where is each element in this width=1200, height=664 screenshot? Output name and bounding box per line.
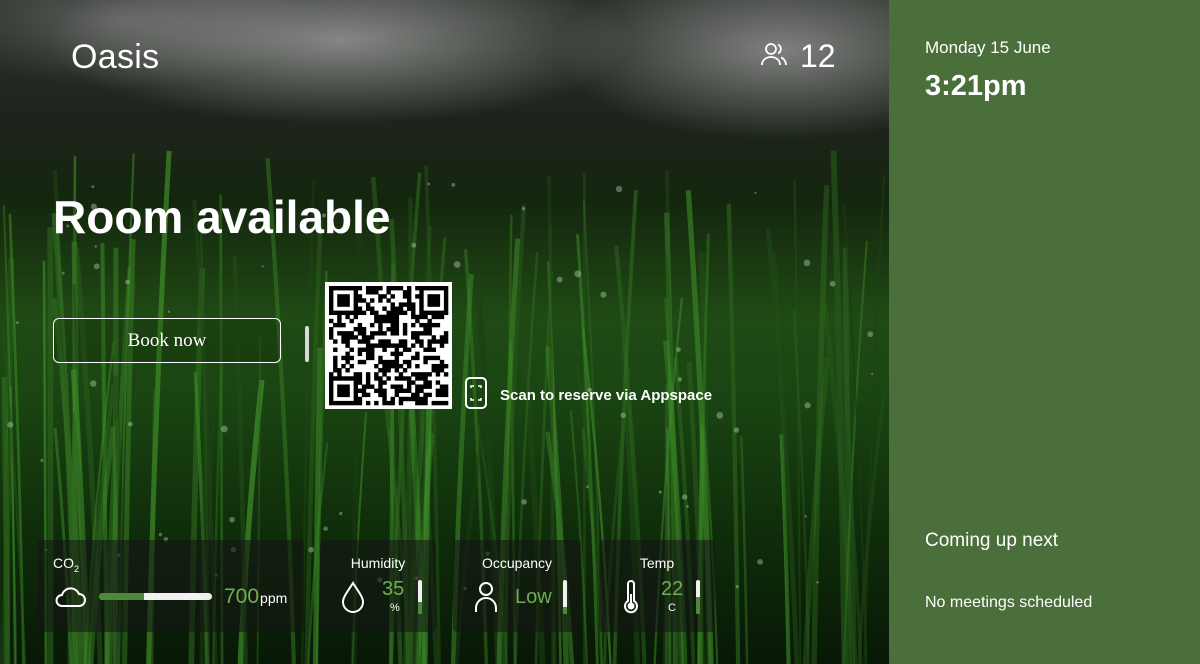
current-time: 3:21pm [925, 70, 1027, 102]
temp-value: 22 [661, 578, 684, 600]
no-meetings-text: No meetings scheduled [925, 594, 1093, 611]
droplet-icon [338, 580, 368, 619]
scan-to-reserve: Scan to reserve via Appspace [464, 376, 712, 414]
co2-level-bar [99, 593, 212, 600]
humidity-value: 35 [382, 578, 405, 600]
room-status-title: Room available [53, 191, 391, 243]
schedule-panel: Monday 15 June 3:21pm Coming up next No … [889, 0, 1200, 664]
temp-unit: C [668, 602, 676, 614]
room-name: Oasis [71, 38, 160, 76]
qr-code [325, 282, 452, 409]
humidity-level-bar [418, 580, 422, 614]
humidity-label: Humidity [350, 555, 406, 571]
temp-label: Temp [639, 555, 675, 571]
current-date: Monday 15 June [925, 38, 1051, 57]
humidity-unit: % [390, 602, 400, 614]
occupancy-level-bar [563, 580, 567, 614]
divider [305, 326, 309, 362]
occupancy-label: Occupancy [481, 555, 553, 571]
scan-label: Scan to reserve via Appspace [500, 386, 713, 404]
occupancy-sensor-card: Occupancy Low [453, 540, 581, 632]
thermometer-icon [621, 580, 641, 619]
cloud-icon [53, 585, 87, 614]
room-capacity: 12 [760, 38, 836, 75]
co2-value: 700ppm [224, 585, 288, 608]
people-icon [760, 40, 788, 73]
co2-label: CO2 [53, 555, 80, 574]
temp-level-bar [696, 580, 700, 614]
humidity-sensor-card: Humidity 35 % [320, 540, 436, 632]
co2-sensor-card: CO2 700ppm [38, 540, 304, 632]
book-now-button[interactable]: Book now [53, 318, 281, 363]
person-icon [473, 580, 499, 619]
coming-up-heading: Coming up next [925, 530, 1059, 551]
occupancy-value: Low [515, 586, 552, 608]
temp-sensor-card: Temp 22 C [599, 540, 715, 632]
capacity-count: 12 [800, 38, 836, 74]
phone-scan-icon [464, 376, 488, 414]
